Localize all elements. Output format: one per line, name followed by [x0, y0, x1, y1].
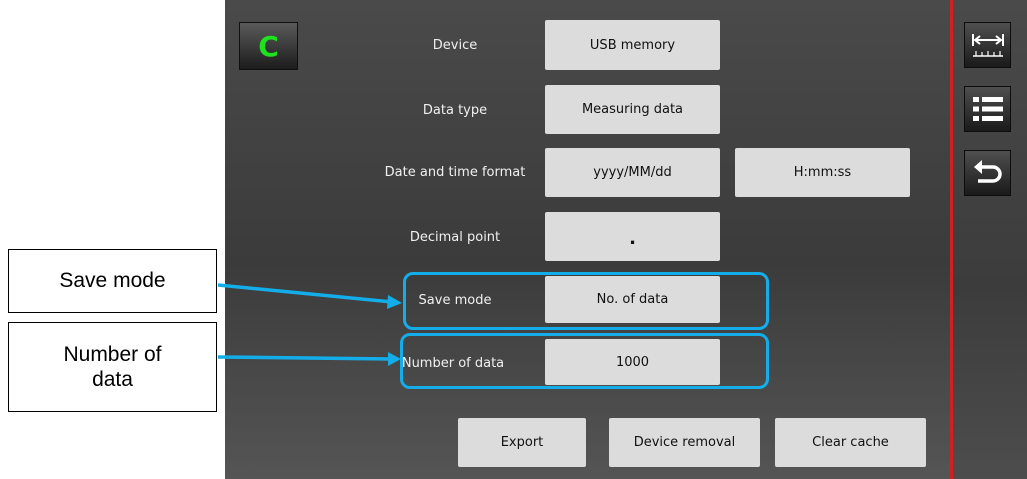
number-of-data-label: Number of data [401, 356, 505, 371]
decimal-point-label: Decimal point [409, 230, 501, 245]
number-of-data-input[interactable]: 1000 [545, 339, 720, 385]
range-button[interactable] [964, 22, 1011, 68]
number-of-data-callout: Number of data [8, 322, 217, 412]
decimal-point-select[interactable]: . [545, 212, 720, 261]
data-type-label: Data type [422, 103, 488, 118]
sidebar [953, 0, 1027, 479]
date-format-select[interactable]: yyyy/MM/dd [545, 148, 720, 197]
save-mode-select[interactable]: No. of data [545, 276, 720, 323]
save-mode-label: Save mode [418, 293, 492, 308]
clear-cache-button[interactable]: Clear cache [775, 418, 926, 467]
number-of-data-callout-line1: Number of [63, 342, 162, 366]
clear-button-label: C [258, 29, 279, 63]
save-mode-callout-text: Save mode [59, 269, 166, 293]
data-type-select[interactable]: Measuring data [545, 85, 720, 134]
save-mode-callout: Save mode [8, 249, 217, 313]
device-select[interactable]: USB memory [545, 20, 720, 70]
clear-button[interactable]: C [239, 22, 298, 70]
export-button[interactable]: Export [458, 418, 586, 467]
range-icon [971, 34, 1004, 57]
time-format-select[interactable]: H:mm:ss [735, 148, 910, 197]
list-button[interactable] [964, 86, 1011, 132]
device-removal-button[interactable]: Device removal [609, 418, 760, 467]
number-of-data-callout-line2: data [92, 368, 133, 391]
device-label: Device [432, 38, 478, 53]
datetime-format-label: Date and time format [384, 165, 526, 180]
list-icon [972, 97, 1003, 121]
back-icon [973, 160, 1002, 183]
back-button[interactable] [964, 150, 1011, 196]
